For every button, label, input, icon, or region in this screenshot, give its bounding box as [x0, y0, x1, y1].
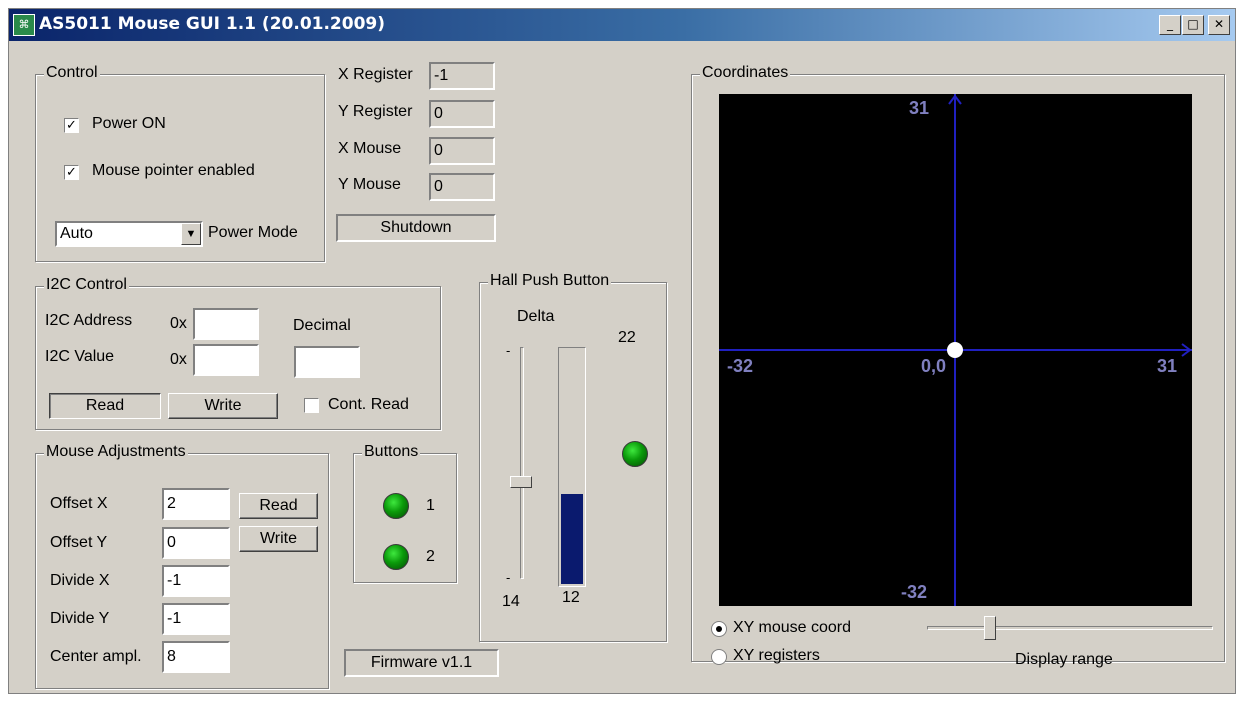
- delta-label: Delta: [517, 308, 555, 325]
- control-group-title: Control: [44, 64, 100, 82]
- power-mode-select[interactable]: Auto ▼: [55, 221, 203, 247]
- close-icon[interactable]: ✕: [1208, 15, 1230, 35]
- button-2-label: 2: [426, 548, 435, 565]
- offset-x-label: Offset X: [50, 495, 108, 512]
- center-ampl-input[interactable]: 8: [162, 641, 230, 673]
- xy-registers-radio[interactable]: [711, 649, 727, 665]
- status-field: Shutdown: [336, 214, 496, 242]
- delta-slider-track[interactable]: [520, 347, 524, 579]
- hall-push-button-group: Hall Push Button Delta 22 - - 14 12: [479, 272, 667, 642]
- divide-x-label: Divide X: [50, 572, 110, 589]
- button-1-label: 1: [426, 497, 435, 514]
- y-min-label: -32: [901, 582, 928, 602]
- power-on-checkbox[interactable]: ✓: [64, 118, 79, 133]
- xy-registers-label: XY registers: [733, 647, 820, 664]
- offset-x-input[interactable]: 2: [162, 488, 230, 520]
- main-window: ⌘ AS5011 Mouse GUI 1.1 (20.01.2009) _ □ …: [8, 8, 1236, 694]
- slider-min-label: 14: [502, 593, 520, 610]
- firmware-label: Firmware v1.1: [344, 649, 499, 677]
- divide-x-input[interactable]: -1: [162, 565, 230, 597]
- y-mouse-field: 0: [429, 173, 495, 201]
- mouse-adjustments-title: Mouse Adjustments: [44, 443, 188, 461]
- buttons-group: Buttons 1 2: [353, 443, 457, 583]
- display-range-label: Display range: [1015, 651, 1113, 668]
- button-2-led: [383, 544, 409, 570]
- i2c-address-prefix: 0x: [170, 315, 187, 332]
- i2c-value-input[interactable]: [193, 344, 259, 376]
- decimal-input[interactable]: [294, 346, 360, 378]
- slider-tick-top: -: [506, 343, 511, 358]
- maximize-icon[interactable]: □: [1182, 15, 1204, 35]
- button-1-led: [383, 493, 409, 519]
- offset-y-input[interactable]: 0: [162, 527, 230, 559]
- bar-value-label: 12: [562, 589, 580, 606]
- coordinates-plot: 31 -32 -32 31 0,0: [719, 94, 1192, 606]
- y-register-label: Y Register: [338, 103, 413, 120]
- i2c-control-title: I2C Control: [44, 276, 129, 294]
- x-mouse-field: 0: [429, 137, 495, 165]
- i2c-value-prefix: 0x: [170, 351, 187, 368]
- x-mouse-label: X Mouse: [338, 140, 402, 157]
- i2c-read-button[interactable]: Read: [49, 393, 161, 419]
- chevron-down-icon[interactable]: ▼: [181, 223, 201, 245]
- i2c-address-label: I2C Address: [45, 312, 133, 329]
- buttons-group-title: Buttons: [362, 443, 421, 461]
- x-register-label: X Register: [338, 66, 413, 83]
- hall-push-button-title: Hall Push Button: [488, 272, 612, 290]
- title-bar[interactable]: ⌘ AS5011 Mouse GUI 1.1 (20.01.2009) _ □ …: [9, 9, 1235, 41]
- mouse-adjustments-group: Mouse Adjustments Offset X 2 Offset Y 0 …: [35, 443, 329, 689]
- center-ampl-label: Center ampl.: [50, 648, 142, 665]
- y-mouse-label: Y Mouse: [338, 176, 401, 193]
- hall-level-bar-fill: [561, 494, 583, 584]
- i2c-write-button[interactable]: Write: [168, 393, 278, 419]
- i2c-value-label: I2C Value: [45, 348, 115, 365]
- power-on-label: Power ON: [92, 115, 166, 132]
- x-max-label: 31: [1157, 356, 1178, 376]
- cont-read-checkbox[interactable]: [304, 398, 319, 413]
- coordinates-title: Coordinates: [700, 64, 791, 82]
- xy-mouse-coord-label: XY mouse coord: [733, 619, 851, 636]
- divide-y-input[interactable]: -1: [162, 603, 230, 635]
- mouse-adj-write-button[interactable]: Write: [239, 526, 318, 552]
- i2c-address-input[interactable]: [193, 308, 259, 340]
- mouse-pointer-label: Mouse pointer enabled: [92, 162, 255, 179]
- app-icon[interactable]: ⌘: [13, 14, 35, 36]
- power-mode-label: Power Mode: [208, 224, 298, 241]
- hall-button-led: [622, 441, 648, 467]
- display-range-track[interactable]: [927, 626, 1213, 630]
- cont-read-label: Cont. Read: [328, 396, 409, 413]
- xy-mouse-coord-radio[interactable]: [711, 621, 727, 637]
- mouse-adj-read-button[interactable]: Read: [239, 493, 318, 519]
- i2c-control-group: I2C Control I2C Address 0x Decimal I2C V…: [35, 276, 441, 430]
- window-title: AS5011 Mouse GUI 1.1 (20.01.2009): [39, 14, 386, 34]
- mouse-pointer-checkbox[interactable]: ✓: [64, 165, 79, 180]
- y-register-field: 0: [429, 100, 495, 128]
- x-min-label: -32: [727, 356, 754, 376]
- x-register-field: -1: [429, 62, 495, 90]
- y-max-label: 31: [909, 98, 930, 118]
- position-marker: [947, 342, 963, 358]
- offset-y-label: Offset Y: [50, 534, 108, 551]
- control-group: Control ✓ Power ON ✓ Mouse pointer enabl…: [35, 64, 325, 262]
- power-mode-value: Auto: [60, 225, 93, 242]
- delta-slider-thumb[interactable]: [510, 476, 532, 488]
- display-range-thumb[interactable]: [984, 616, 996, 640]
- hall-level-bar: [558, 347, 586, 587]
- origin-label: 0,0: [921, 356, 947, 376]
- divide-y-label: Divide Y: [50, 610, 110, 627]
- decimal-label: Decimal: [293, 317, 351, 334]
- slider-tick-bottom: -: [506, 570, 511, 585]
- axes-svg: [719, 94, 1192, 606]
- delta-value: 22: [618, 329, 636, 346]
- minimize-icon[interactable]: _: [1159, 15, 1181, 35]
